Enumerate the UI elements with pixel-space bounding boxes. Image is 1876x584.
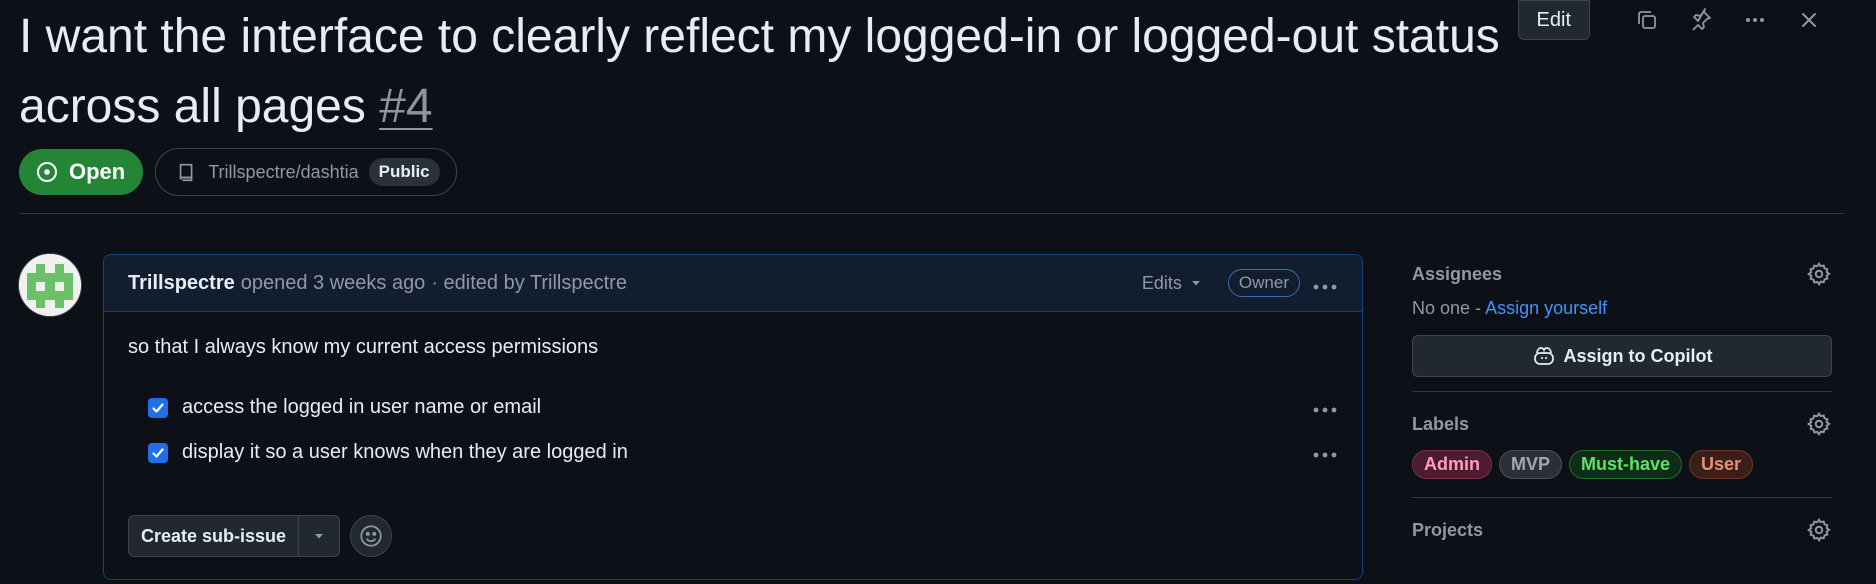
issue-title-text: I want the interface to clearly reflect … [19, 10, 1500, 133]
issue-title: I want the interface to clearly reflect … [19, 2, 1559, 142]
create-sub-issue-button[interactable]: Create sub-issue [129, 516, 300, 556]
edit-button[interactable]: Edit [1517, 0, 1590, 40]
label-user[interactable]: User [1689, 450, 1754, 479]
issue-sidebar: Assignees No one - Assign yourself Assig… [1412, 252, 1832, 552]
issue-open-icon [37, 162, 57, 182]
task-item: display it so a user knows when they are… [128, 430, 1338, 475]
assign-yourself-link[interactable]: Assign yourself [1485, 298, 1607, 318]
comment-opened[interactable]: opened 3 weeks ago [241, 272, 426, 295]
projects-gear-icon[interactable] [1806, 517, 1832, 543]
labels-gear-icon[interactable] [1806, 411, 1832, 437]
task-label: display it so a user knows when they are… [182, 441, 628, 463]
edits-dropdown[interactable]: Edits [1142, 273, 1202, 294]
assignees-gear-icon[interactable] [1806, 261, 1832, 287]
projects-heading: Projects [1412, 519, 1484, 540]
task-label: access the logged in user name or email [182, 396, 542, 418]
repo-icon [179, 163, 193, 182]
issue-toolbar: Edit [1517, 0, 1836, 40]
task-checkbox[interactable] [148, 442, 168, 463]
sidebar-divider [1412, 391, 1832, 392]
sidebar-divider [1412, 497, 1832, 498]
assignees-value: No one - Assign yourself [1412, 298, 1832, 319]
assignees-section: Assignees No one - Assign yourself Assig… [1412, 252, 1832, 377]
comment-author[interactable]: Trillspectre [128, 272, 235, 295]
sub-issue-dropdown-caret-icon[interactable] [299, 516, 339, 556]
assign-to-copilot-button[interactable]: Assign to Copilot [1412, 335, 1832, 377]
comment-header: Trillspectre opened 3 weeks ago · edited… [104, 255, 1362, 312]
task-checkbox[interactable] [148, 397, 168, 418]
label-mvp[interactable]: MVP [1499, 450, 1563, 479]
comment-body: so that I always know my current access … [104, 312, 1362, 579]
comment-kebab-icon[interactable] [1312, 270, 1338, 296]
copilot-icon [1533, 347, 1554, 365]
no-assignee-text: No one - [1412, 298, 1482, 318]
comment-body-text: so that I always know my current access … [128, 336, 599, 358]
repo-name[interactable]: Trillspectre/dashtia [208, 162, 358, 183]
open-state-badge: Open [19, 149, 144, 195]
kebab-icon[interactable] [1728, 0, 1782, 40]
projects-section: Projects [1412, 508, 1832, 552]
copilot-button-label: Assign to Copilot [1563, 345, 1713, 366]
labels-list: Admin MVP Must-have User [1412, 450, 1832, 479]
divider [19, 213, 1844, 214]
issue-number[interactable]: #4 [379, 80, 432, 133]
labels-section: Labels Admin MVP Must-have User [1412, 402, 1832, 479]
state-label: Open [69, 159, 126, 184]
issue-state-row: Open Trillspectre/dashtia Public [19, 148, 457, 196]
task-item: access the logged in user name or email [128, 385, 1338, 430]
pin-icon[interactable] [1674, 0, 1728, 40]
task-kebab-icon[interactable] [1312, 438, 1338, 464]
avatar[interactable] [18, 253, 82, 317]
issue-body-comment: Trillspectre opened 3 weeks ago · edited… [103, 254, 1363, 580]
assignees-heading: Assignees [1412, 263, 1503, 284]
caret-down-icon [1191, 281, 1200, 286]
edits-label: Edits [1141, 272, 1182, 293]
comment-edited: · edited by Trillspectre [431, 271, 627, 294]
label-must-have[interactable]: Must-have [1569, 450, 1683, 479]
create-sub-issue-split-button: Create sub-issue [128, 515, 341, 557]
close-icon[interactable] [1782, 0, 1836, 40]
add-reaction-smiley-icon[interactable] [350, 515, 393, 557]
repo-pill[interactable]: Trillspectre/dashtia Public [155, 148, 457, 196]
owner-badge: Owner [1227, 269, 1300, 297]
visibility-badge: Public [368, 158, 440, 186]
labels-heading: Labels [1412, 413, 1470, 434]
label-admin[interactable]: Admin [1412, 450, 1492, 479]
comment-actions: Create sub-issue [128, 515, 1338, 557]
task-kebab-icon[interactable] [1312, 393, 1338, 419]
copy-icon[interactable] [1620, 0, 1674, 40]
